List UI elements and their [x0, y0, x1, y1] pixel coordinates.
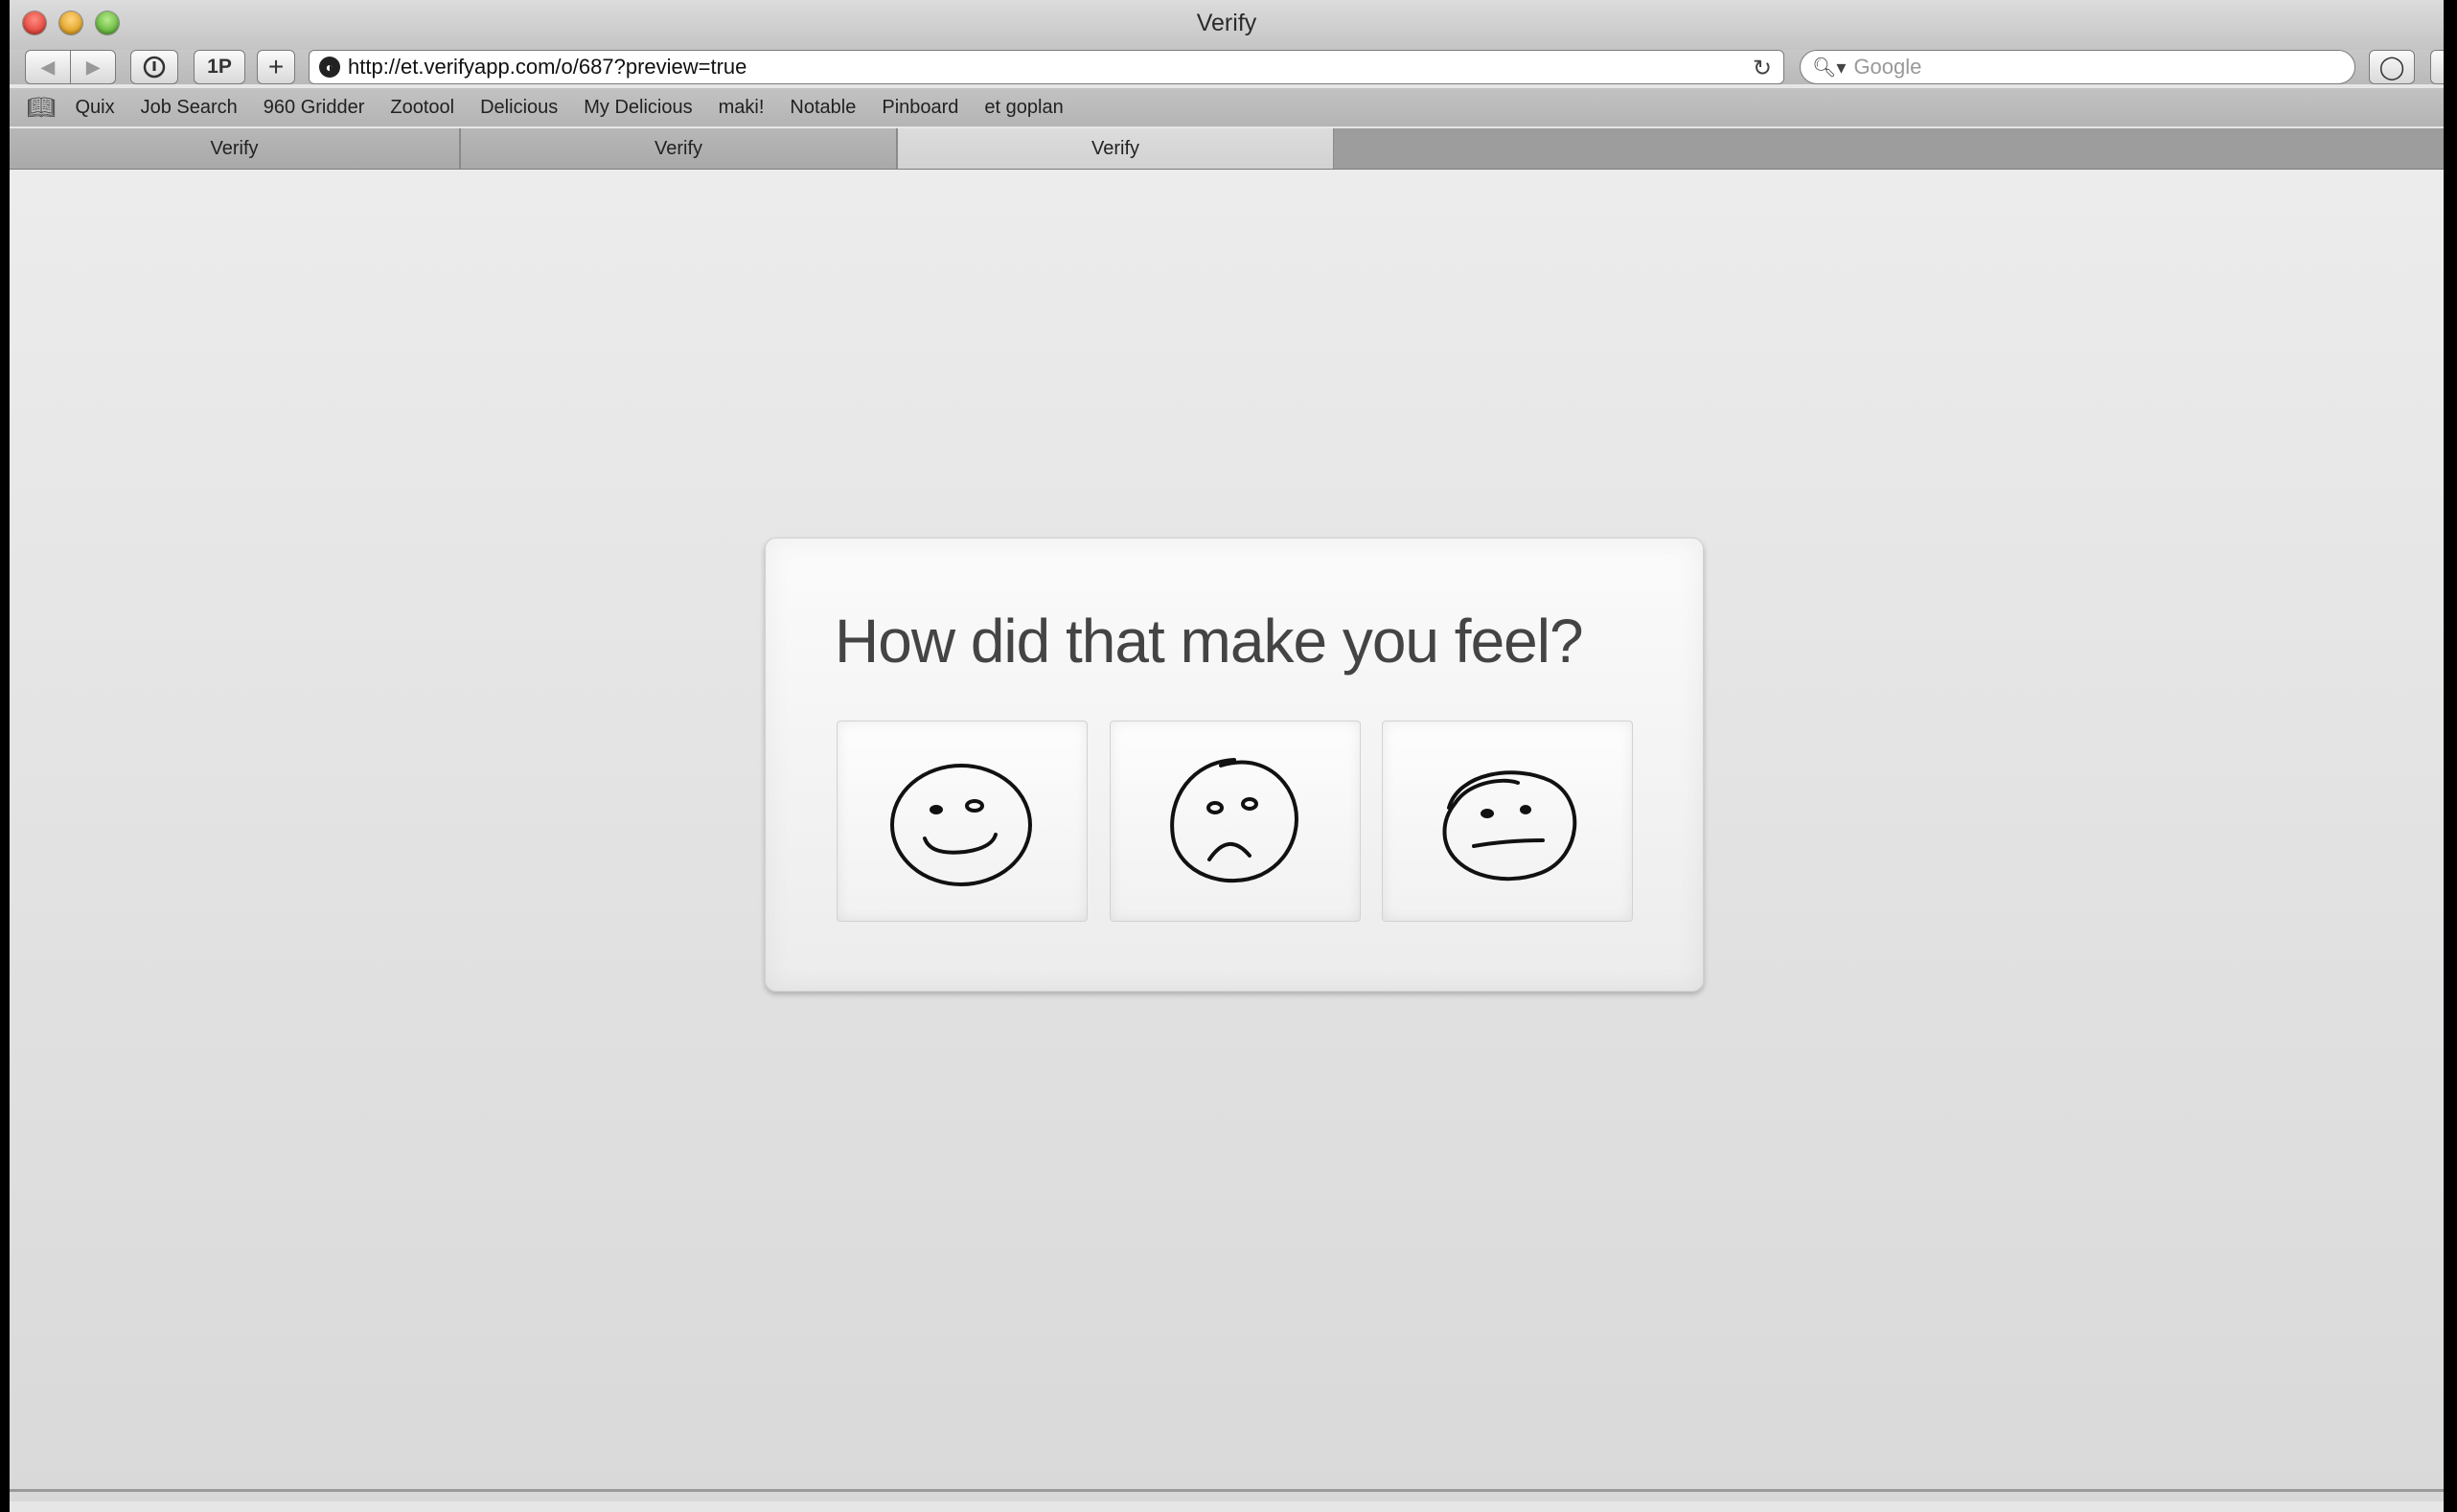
bookmark-quix[interactable]: Quix — [75, 97, 114, 119]
tab-verify-1[interactable]: Verify — [10, 128, 460, 169]
happy-face-icon — [890, 764, 1032, 886]
tab-verify-2[interactable]: Verify — [460, 128, 897, 169]
browser-window: Verify ◀ ▶ 1P + ◐ http://et.verifyapp.co… — [10, 0, 2444, 1512]
bottom-border — [10, 1489, 2444, 1492]
back-arrow-icon: ◀ — [41, 57, 55, 77]
title-bar: Verify — [10, 0, 2444, 50]
neutral-face-option[interactable] — [1382, 721, 1633, 922]
bookmark-job-search[interactable]: Job Search — [141, 97, 238, 119]
search-field[interactable]: 🔍︎▾ — [1800, 50, 2355, 84]
bookmark-et-goplan[interactable]: et goplan — [984, 97, 1063, 119]
url-text[interactable]: http://et.verifyapp.com/o/687?preview=tr… — [348, 55, 746, 80]
toolbar: ◀ ▶ 1P + ◐ http://et.verifyapp.com/o/687… — [10, 50, 2444, 84]
window-title: Verify — [1196, 10, 1257, 36]
tab-verify-3-active[interactable]: Verify — [897, 128, 1334, 169]
open-book-icon[interactable]: 📖︎ — [27, 94, 56, 122]
bookmark-pinboard[interactable]: Pinboard — [882, 97, 958, 119]
circle-icon: ◯ — [2378, 54, 2405, 80]
overflow-button[interactable] — [2430, 50, 2444, 84]
keyhole-icon — [143, 56, 166, 79]
bookmark-960-gridder[interactable]: 960 Gridder — [264, 97, 365, 119]
question-heading: How did that make you feel? — [835, 607, 1584, 676]
search-icon: 🔍︎▾ — [1812, 57, 1847, 79]
bookmarks-bar: 📖︎ Quix Job Search 960 Gridder Zootool D… — [10, 88, 2444, 126]
bookmark-notable[interactable]: Notable — [790, 97, 856, 119]
neutral-face-icon — [1442, 770, 1577, 882]
address-bar[interactable]: ◐ http://et.verifyapp.com/o/687?preview=… — [309, 50, 1784, 84]
reader-button[interactable]: ◯ — [2369, 50, 2415, 84]
tab-bar: Verify Verify Verify — [10, 128, 2444, 170]
bookmark-my-delicious[interactable]: My Delicious — [584, 97, 692, 119]
back-button[interactable]: ◀ — [25, 50, 71, 84]
page-content: How did that make you feel? — [10, 170, 2444, 1501]
search-input[interactable] — [1851, 54, 2316, 80]
site-favicon-icon: ◐ — [319, 57, 340, 78]
bookmark-delicious[interactable]: Delicious — [480, 97, 558, 119]
onepassword-button[interactable]: 1P — [194, 50, 245, 84]
forward-arrow-icon: ▶ — [86, 57, 100, 77]
happy-face-option[interactable] — [837, 721, 1088, 922]
feedback-card: How did that make you feel? — [765, 538, 1704, 992]
sad-face-option[interactable] — [1110, 721, 1361, 922]
add-bookmark-button[interactable]: + — [257, 50, 295, 84]
bookmark-zootool[interactable]: Zootool — [390, 97, 454, 119]
sad-face-icon — [1170, 758, 1298, 883]
bookmark-maki[interactable]: maki! — [719, 97, 765, 119]
forward-button[interactable]: ▶ — [70, 50, 116, 84]
onepassword-lock-button[interactable] — [130, 50, 178, 84]
reload-icon[interactable]: ↻ — [1753, 55, 1772, 82]
